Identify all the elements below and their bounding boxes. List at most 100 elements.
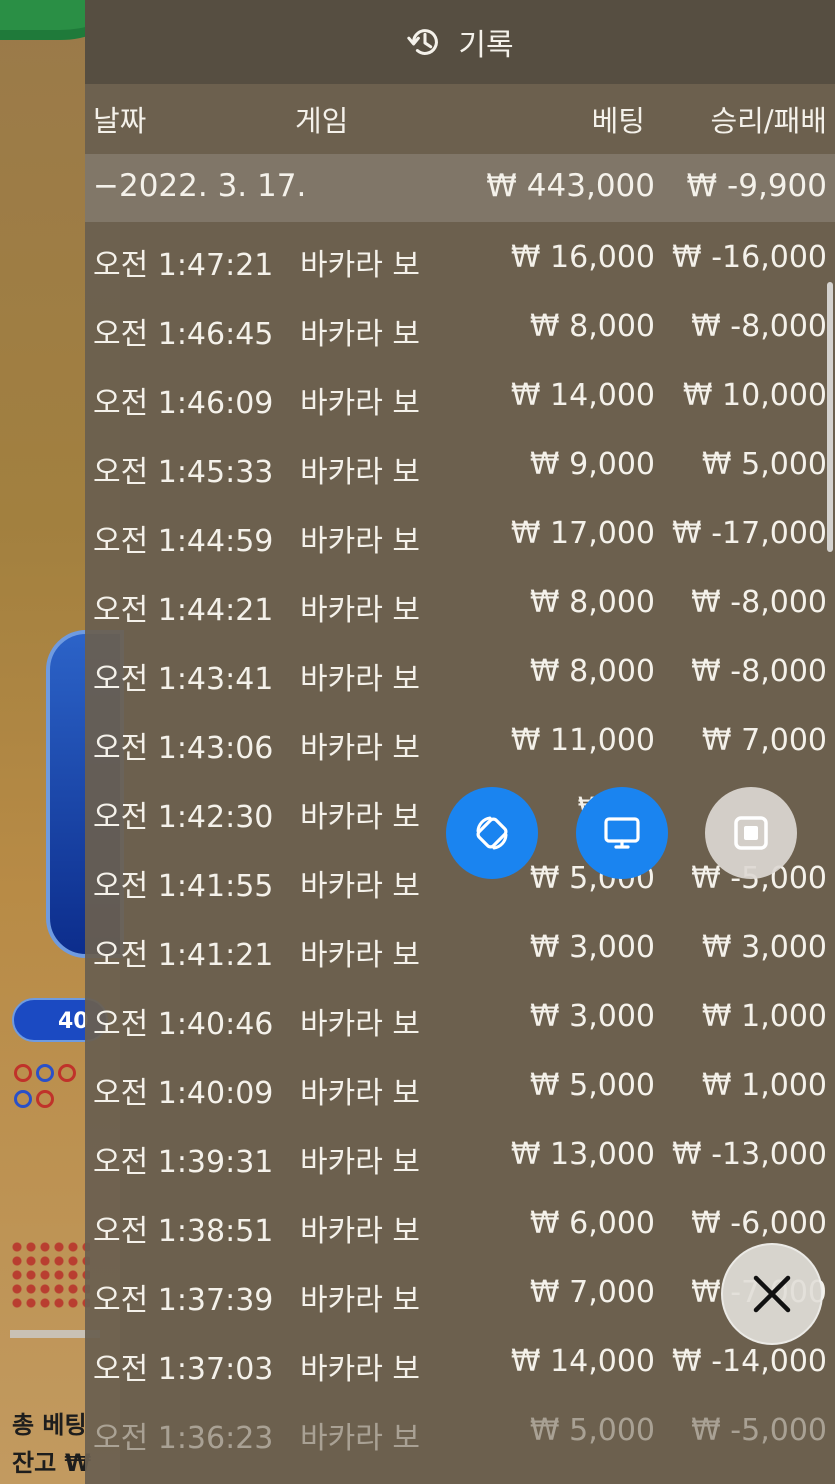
row-time: 오전 1:36:23 xyxy=(93,1421,274,1456)
monitor-button[interactable] xyxy=(576,787,668,879)
road-dot xyxy=(14,1064,32,1082)
road-dot xyxy=(36,1090,54,1108)
table-row[interactable]: 오전 1:47:21 바카라 보 ₩ 16,000 ₩ -16,000 xyxy=(85,222,835,291)
row-bet: ₩ 6,000 xyxy=(529,1206,655,1241)
row-game: 바카라 보 xyxy=(300,1214,420,1249)
row-bet: ₩ 8,000 xyxy=(529,585,655,620)
row-game: 바카라 보 xyxy=(300,1421,420,1456)
row-game: 바카라 보 xyxy=(300,1283,420,1318)
row-bet: ₩ 14,000 xyxy=(510,1344,655,1379)
row-win-loss: ₩ -14,000 xyxy=(672,1344,827,1379)
row-time: 오전 1:38:51 xyxy=(93,1214,274,1249)
row-time: 오전 1:37:39 xyxy=(93,1283,274,1318)
row-bet: ₩ 9,000 xyxy=(529,447,655,482)
table-row[interactable]: 오전 1:43:06 바카라 보 ₩ 11,000 ₩ 7,000 xyxy=(85,705,835,774)
row-time: 오전 1:47:21 xyxy=(93,248,274,283)
stop-button[interactable] xyxy=(705,787,797,879)
row-time: 오전 1:45:33 xyxy=(93,455,274,490)
table-row[interactable]: 오전 1:37:03 바카라 보 ₩ 14,000 ₩ -14,000 xyxy=(85,1326,835,1395)
row-game: 바카라 보 xyxy=(300,662,420,697)
table-row[interactable]: 오전 1:44:21 바카라 보 ₩ 8,000 ₩ -8,000 xyxy=(85,567,835,636)
row-bet: ₩ 8,000 xyxy=(529,654,655,689)
row-bet: ₩ 17,000 xyxy=(510,516,655,551)
row-win-loss: ₩ 1,000 xyxy=(701,1068,827,1103)
table-row[interactable]: 오전 1:46:45 바카라 보 ₩ 8,000 ₩ -8,000 xyxy=(85,291,835,360)
table-row[interactable]: 오전 1:39:31 바카라 보 ₩ 13,000 ₩ -13,000 xyxy=(85,1119,835,1188)
panel-header: 기록 xyxy=(85,0,835,84)
row-bet: ₩ 13,000 xyxy=(510,1137,655,1172)
row-bet: ₩ 5,000 xyxy=(529,1413,655,1448)
summary-bet: ₩ 443,000 xyxy=(486,168,655,204)
table-row[interactable]: 오전 1:41:21 바카라 보 ₩ 3,000 ₩ 3,000 xyxy=(85,912,835,981)
row-bet: ₩ 5,000 xyxy=(529,1068,655,1103)
row-time: 오전 1:42:30 xyxy=(93,800,274,835)
row-win-loss: ₩ 5,000 xyxy=(701,447,827,482)
table-row[interactable]: 오전 1:40:09 바카라 보 ₩ 5,000 ₩ 1,000 xyxy=(85,1050,835,1119)
row-time: 오전 1:44:21 xyxy=(93,593,274,628)
row-win-loss: ₩ -8,000 xyxy=(691,309,827,344)
row-time: 오전 1:40:09 xyxy=(93,1076,274,1111)
row-time: 오전 1:39:31 xyxy=(93,1145,274,1180)
road-dot xyxy=(14,1090,32,1108)
row-game: 바카라 보 xyxy=(300,938,420,973)
row-game: 바카라 보 xyxy=(300,317,420,352)
row-game: 바카라 보 xyxy=(300,455,420,490)
table-row[interactable]: 오전 1:40:46 바카라 보 ₩ 3,000 ₩ 1,000 xyxy=(85,981,835,1050)
row-bet: ₩ 8,000 xyxy=(529,309,655,344)
row-win-loss: ₩ -17,000 xyxy=(672,516,827,551)
row-bet: ₩ 16,000 xyxy=(510,240,655,275)
row-time: 오전 1:44:59 xyxy=(93,524,274,559)
page-title: 기록 xyxy=(458,28,514,63)
row-win-loss: ₩ -16,000 xyxy=(672,240,827,275)
row-time: 오전 1:41:55 xyxy=(93,869,274,904)
row-time: 오전 1:40:46 xyxy=(93,1007,274,1042)
row-win-loss: ₩ -13,000 xyxy=(672,1137,827,1172)
summary-win-loss: ₩ -9,900 xyxy=(686,168,827,204)
row-time: 오전 1:43:06 xyxy=(93,731,274,766)
close-button[interactable] xyxy=(721,1243,823,1345)
scrollbar[interactable] xyxy=(827,282,833,552)
rotate-screen-button[interactable] xyxy=(446,787,538,879)
row-bet: ₩ 11,000 xyxy=(510,723,655,758)
road-dot xyxy=(58,1064,76,1082)
table-row[interactable]: 오전 1:45:33 바카라 보 ₩ 9,000 ₩ 5,000 xyxy=(85,429,835,498)
row-game: 바카라 보 xyxy=(300,593,420,628)
row-win-loss: ₩ 10,000 xyxy=(682,378,827,413)
row-bet: ₩ 14,000 xyxy=(510,378,655,413)
table-row[interactable]: 오전 1:43:41 바카라 보 ₩ 8,000 ₩ -8,000 xyxy=(85,636,835,705)
table-row[interactable]: 오전 1:38:51 바카라 보 ₩ 6,000 ₩ -6,000 xyxy=(85,1188,835,1257)
column-bet: 베팅 xyxy=(591,104,645,138)
balance-label: 잔고 ₩ xyxy=(12,1449,91,1477)
row-game: 바카라 보 xyxy=(300,869,420,904)
history-icon xyxy=(407,29,439,55)
bead-road-grid xyxy=(10,1240,90,1310)
rotate-icon xyxy=(476,816,508,850)
row-game: 바카라 보 xyxy=(300,1352,420,1387)
table-row[interactable]: 오전 1:44:59 바카라 보 ₩ 17,000 ₩ -17,000 xyxy=(85,498,835,567)
row-game: 바카라 보 xyxy=(300,1076,420,1111)
road-map-dots xyxy=(12,1062,92,1114)
column-date: 날짜 xyxy=(93,104,147,138)
row-win-loss: ₩ -8,000 xyxy=(691,654,827,689)
row-game: 바카라 보 xyxy=(300,1145,420,1180)
row-win-loss: ₩ 1,000 xyxy=(701,999,827,1034)
row-win-loss: ₩ 7,000 xyxy=(701,723,827,758)
row-time: 오전 1:43:41 xyxy=(93,662,274,697)
row-win-loss: ₩ -6,000 xyxy=(691,1206,827,1241)
row-game: 바카라 보 xyxy=(300,731,420,766)
row-time: 오전 1:41:21 xyxy=(93,938,274,973)
row-game: 바카라 보 xyxy=(300,800,420,835)
row-game: 바카라 보 xyxy=(300,248,420,283)
row-bet: ₩ 3,000 xyxy=(529,999,655,1034)
table-row[interactable]: 오전 1:46:09 바카라 보 ₩ 14,000 ₩ 10,000 xyxy=(85,360,835,429)
table-header: 날짜 게임 베팅 승리/패배 xyxy=(85,84,835,154)
table-row[interactable]: 오전 1:36:23 바카라 보 ₩ 5,000 ₩ -5,000 xyxy=(85,1395,835,1464)
history-panel: 기록 날짜 게임 베팅 승리/패배 −2022. 3. 17. ₩ 443,00… xyxy=(85,0,835,1484)
column-win-loss: 승리/패배 xyxy=(710,104,828,138)
column-game: 게임 xyxy=(295,104,349,138)
date-group-label: −2022. 3. 17. xyxy=(93,168,307,204)
row-time: 오전 1:37:03 xyxy=(93,1352,274,1387)
total-bet-label: 총 베팅 xyxy=(12,1411,87,1439)
date-group-summary[interactable]: −2022. 3. 17. ₩ 443,000 ₩ -9,900 xyxy=(85,154,835,222)
row-win-loss: ₩ -5,000 xyxy=(691,1413,827,1448)
